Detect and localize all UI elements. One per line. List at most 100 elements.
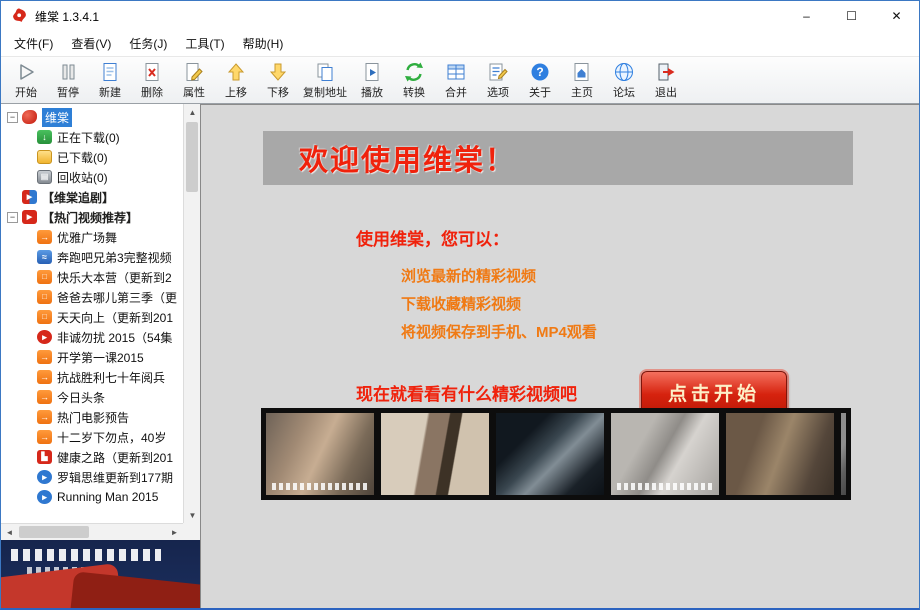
- sidebar-item-downloading[interactable]: 正在下载(0): [1, 127, 183, 147]
- delete-icon: [141, 61, 163, 83]
- toolbar-button-copy-address[interactable]: 复制地址: [299, 58, 351, 102]
- feature-item: 浏览最新的精彩视频: [401, 263, 919, 291]
- video-thumbnail[interactable]: [841, 413, 846, 495]
- sidebar-item-first-class[interactable]: 开学第一课2015: [1, 347, 183, 367]
- sidebar-item-health-road[interactable]: 健康之路（更新到201: [1, 447, 183, 467]
- red-chart-icon: [37, 450, 52, 464]
- blue-wave-icon: [37, 250, 52, 264]
- close-button[interactable]: ✕: [874, 1, 919, 31]
- sidebar-item-label: 正在下载(0): [57, 129, 120, 146]
- copy-address-icon: [314, 61, 336, 83]
- menu-bar: 文件(F) 查看(V) 任务(J) 工具(T) 帮助(H): [1, 31, 919, 56]
- orange-arrow-icon: [37, 410, 52, 424]
- video-thumbnail[interactable]: [726, 413, 834, 495]
- sidebar-item-parade[interactable]: 抗战胜利七十年阅兵: [1, 367, 183, 387]
- app-window: 维棠 1.3.4.1 – ☐ ✕ 文件(F) 查看(V) 任务(J) 工具(T)…: [0, 0, 920, 610]
- window-title: 维棠 1.3.4.1: [35, 8, 99, 25]
- properties-icon: [183, 61, 205, 83]
- promo-banner[interactable]: [1, 540, 200, 608]
- sidebar-item-running-brothers[interactable]: 奔跑吧兄弟3完整视频: [1, 247, 183, 267]
- toolbar-label: 下移: [267, 84, 289, 100]
- collapse-icon[interactable]: −: [7, 112, 18, 123]
- promo-banner-text: [11, 549, 161, 561]
- sidebar-item-label: 天天向上（更新到201: [57, 309, 173, 326]
- toolbar-button-homepage[interactable]: 主页: [561, 58, 603, 102]
- menu-file[interactable]: 文件(F): [5, 31, 62, 56]
- menu-task[interactable]: 任务(J): [120, 31, 176, 56]
- sidebar-item-movie-trailers[interactable]: 热门电影预告: [1, 407, 183, 427]
- toolbar-label: 删除: [141, 84, 163, 100]
- collapse-icon[interactable]: −: [7, 212, 18, 223]
- horizontal-scroll-thumb[interactable]: [19, 526, 89, 538]
- move-down-icon: [267, 61, 289, 83]
- sidebar-vertical-scrollbar[interactable]: ▲ ▼: [183, 104, 200, 523]
- sidebar-item-label: 罗辑思维更新到177期: [57, 469, 173, 486]
- convert-icon: [403, 61, 425, 83]
- sidebar-item-label: 健康之路（更新到201: [57, 449, 173, 466]
- toolbar-button-convert[interactable]: 转换: [393, 58, 435, 102]
- toolbar-label: 暂停: [57, 84, 79, 100]
- sidebar-item-running-man[interactable]: Running Man 2015: [1, 487, 183, 507]
- toolbar-button-move-down[interactable]: 下移: [257, 58, 299, 102]
- toolbar-button-pause[interactable]: 暂停: [47, 58, 89, 102]
- sidebar-item-recycle-bin[interactable]: 回收站(0): [1, 167, 183, 187]
- toolbar-button-properties[interactable]: 属性: [173, 58, 215, 102]
- sidebar-item-day-day-up[interactable]: 天天向上（更新到201: [1, 307, 183, 327]
- sidebar: − 维棠 正在下载(0) 已下载(0) 回收站(0): [1, 104, 201, 608]
- scroll-left-icon[interactable]: ◄: [1, 524, 18, 541]
- sidebar-item-hot-videos[interactable]: − 【热门视频推荐】: [1, 207, 183, 227]
- sidebar-item-happy-camp[interactable]: 快乐大本营（更新到2: [1, 267, 183, 287]
- scroll-up-icon[interactable]: ▲: [184, 104, 201, 120]
- maximize-button[interactable]: ☐: [829, 1, 874, 31]
- toolbar-button-delete[interactable]: 删除: [131, 58, 173, 102]
- toolbar-label: 转换: [403, 84, 425, 100]
- toolbar-button-new[interactable]: 新建: [89, 58, 131, 102]
- sidebar-item-luoji-siwei[interactable]: 罗辑思维更新到177期: [1, 467, 183, 487]
- feature-item: 将视频保存到手机、MP4观看: [401, 319, 919, 347]
- downloading-icon: [37, 130, 52, 144]
- sidebar-item-label: 【热门视频推荐】: [42, 209, 138, 226]
- toolbar-label: 关于: [529, 84, 551, 100]
- menu-tools[interactable]: 工具(T): [176, 31, 233, 56]
- cta-text: 现在就看看有什么精彩视频吧: [356, 380, 577, 405]
- vertical-scroll-thumb[interactable]: [186, 122, 198, 192]
- sidebar-item-downloaded[interactable]: 已下载(0): [1, 147, 183, 167]
- options-icon: [487, 61, 509, 83]
- sidebar-item-drama-follow[interactable]: 【维棠追剧】: [1, 187, 183, 207]
- welcome-banner: 欢迎使用维棠！: [263, 131, 853, 185]
- sidebar-item-weitang-root[interactable]: − 维棠: [1, 107, 183, 127]
- sidebar-item-dad-where[interactable]: 爸爸去哪儿第三季（更: [1, 287, 183, 307]
- sidebar-item-feichengwurao[interactable]: 非诚勿扰 2015（54集: [1, 327, 183, 347]
- toolbar-button-play[interactable]: 播放: [351, 58, 393, 102]
- video-thumbnail[interactable]: [496, 413, 604, 495]
- toolbar-button-start[interactable]: 开始: [5, 58, 47, 102]
- sidebar-item-square-dance[interactable]: 优雅广场舞: [1, 227, 183, 247]
- tv-icon: [37, 310, 52, 324]
- menu-view[interactable]: 查看(V): [62, 31, 120, 56]
- svg-text:?: ?: [536, 65, 543, 79]
- scroll-right-icon[interactable]: ►: [166, 524, 183, 541]
- video-thumbnail[interactable]: [381, 413, 489, 495]
- sidebar-horizontal-scrollbar[interactable]: ◄ ►: [1, 523, 183, 540]
- sidebar-item-label: Running Man 2015: [57, 490, 158, 504]
- toolbar-label: 新建: [99, 84, 121, 100]
- toolbar-button-options[interactable]: 选项: [477, 58, 519, 102]
- toolbar: 开始 暂停 新建 删除 属性 上移 下移 复制地址: [1, 56, 919, 104]
- minimize-button[interactable]: –: [784, 1, 829, 31]
- start-icon: [15, 61, 37, 83]
- toolbar-label: 上移: [225, 84, 247, 100]
- toolbar-button-move-up[interactable]: 上移: [215, 58, 257, 102]
- toolbar-label: 退出: [655, 84, 677, 100]
- toolbar-button-about[interactable]: ? 关于: [519, 58, 561, 102]
- menu-help[interactable]: 帮助(H): [234, 31, 293, 56]
- toolbar-button-exit[interactable]: 退出: [645, 58, 687, 102]
- toolbar-button-forum[interactable]: 论坛: [603, 58, 645, 102]
- scroll-down-icon[interactable]: ▼: [184, 507, 201, 523]
- sidebar-item-headlines[interactable]: 今日头条: [1, 387, 183, 407]
- sidebar-item-label: 奔跑吧兄弟3完整视频: [57, 249, 172, 266]
- sidebar-item-age-restricted[interactable]: 十二岁下勿点，40岁: [1, 427, 183, 447]
- video-thumbnail[interactable]: [611, 413, 719, 495]
- toolbar-button-merge[interactable]: 合并: [435, 58, 477, 102]
- title-bar: 维棠 1.3.4.1 – ☐ ✕: [1, 1, 919, 31]
- video-thumbnail[interactable]: [266, 413, 374, 495]
